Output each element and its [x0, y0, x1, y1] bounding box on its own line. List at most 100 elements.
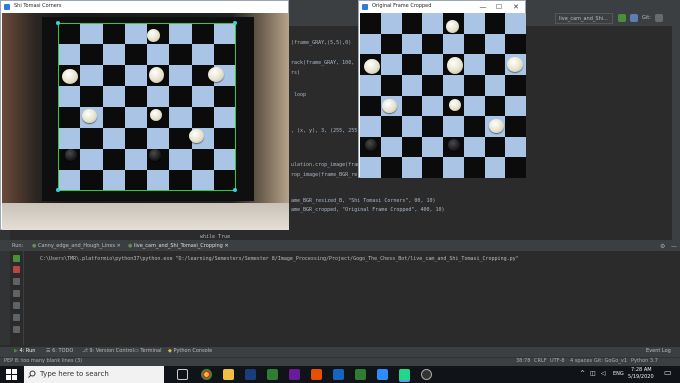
board-square	[191, 149, 214, 170]
board-square	[422, 33, 443, 55]
window-titlebar[interactable]: Shi Tomasi Corners	[1, 1, 288, 13]
board-square	[422, 54, 443, 75]
console-output[interactable]: C:\Users\TMR\.platformio\python37\python…	[40, 256, 519, 262]
indent-setting[interactable]: 4 spaces	[570, 358, 592, 364]
board-square	[505, 74, 526, 96]
board-square	[191, 23, 214, 44]
file-explorer-icon[interactable]	[223, 369, 234, 380]
clock-date[interactable]: 5/19/2020	[628, 374, 654, 380]
app-icon[interactable]	[421, 369, 432, 380]
app-icon[interactable]	[267, 369, 278, 380]
pycharm-icon[interactable]	[399, 369, 410, 382]
app-icon[interactable]	[289, 369, 300, 380]
run-icon[interactable]	[618, 14, 626, 22]
tool-tab-python-console[interactable]: ◆ Python Console	[168, 348, 212, 354]
tool-tab-label: 6: TODO	[52, 348, 74, 354]
task-view-icon[interactable]	[177, 369, 188, 380]
board-square	[422, 74, 443, 96]
window-titlebar[interactable]: Original Frame Cropped — ☐ ✕	[359, 1, 525, 13]
clock-time[interactable]: 7:28 AM	[631, 367, 652, 373]
cursor-position[interactable]: 38:78	[516, 358, 530, 364]
tool-tab-todo[interactable]: ☰ 6: TODO	[46, 348, 73, 354]
board-square	[80, 170, 103, 191]
board-square	[169, 170, 192, 191]
zoom-icon[interactable]	[377, 369, 388, 380]
chess-piece	[489, 119, 504, 133]
settings-icon[interactable]: ⚙	[660, 243, 665, 250]
board-square	[360, 33, 381, 55]
rerun-icon[interactable]	[13, 255, 20, 262]
board-square	[169, 23, 192, 44]
maximize-button[interactable]: ☐	[493, 2, 505, 12]
run-tab-label: Canny_edge_and_Hough_Lines	[37, 243, 116, 249]
debug-icon[interactable]	[630, 14, 638, 22]
board-contour	[58, 23, 59, 191]
board-square	[213, 23, 236, 44]
corner-marker	[56, 188, 60, 192]
pin-tab-icon[interactable]	[13, 326, 20, 333]
excel-icon[interactable]	[355, 369, 366, 380]
scroll-to-end-icon[interactable]	[13, 302, 20, 309]
board-square	[102, 65, 125, 86]
cropped-board-image	[360, 13, 526, 178]
msi-app-icon[interactable]	[245, 369, 256, 380]
board-square	[360, 95, 381, 117]
tool-tab-run[interactable]: ▶ 4: Run	[14, 348, 35, 354]
notification-icon[interactable]: ▭	[664, 368, 672, 377]
soft-wrap-icon[interactable]	[13, 290, 20, 297]
board-square	[191, 170, 214, 191]
run-tab-canny[interactable]: ● Canny_edge_and_Hough_Lines ✕	[32, 243, 121, 249]
tool-tab-version-control[interactable]: ⎇ 9: Version Control	[82, 348, 134, 354]
git-label: Git:	[642, 15, 651, 21]
chrome-icon[interactable]	[201, 369, 212, 380]
board-square	[102, 107, 125, 128]
word-icon[interactable]	[333, 369, 344, 380]
network-icon[interactable]: ◫	[590, 370, 596, 377]
chess-piece-dark	[365, 139, 377, 151]
board-square	[463, 95, 485, 117]
event-log-button[interactable]: Event Log	[646, 348, 671, 354]
pause-icon[interactable]	[13, 278, 20, 285]
board-square	[58, 44, 81, 65]
chess-piece	[82, 109, 97, 123]
board-contour	[58, 190, 236, 191]
corner-marker	[56, 21, 60, 25]
print-icon[interactable]	[13, 314, 20, 321]
run-configuration-select[interactable]: live_cam_and_Shi...	[555, 13, 613, 24]
language-indicator[interactable]: ENG	[613, 371, 624, 377]
minimize-button[interactable]: —	[477, 2, 489, 12]
window-title: Shi Tomasi Corners	[14, 3, 62, 9]
file-encoding[interactable]: UTF-8	[550, 358, 565, 364]
board-square	[443, 116, 464, 137]
board-square	[422, 116, 443, 137]
search-everywhere-icon[interactable]	[655, 14, 663, 22]
python-interpreter[interactable]: Python 3.7	[631, 358, 658, 364]
stop-icon[interactable]	[13, 266, 20, 273]
cropped-frame-window[interactable]: Original Frame Cropped — ☐ ✕	[358, 0, 526, 178]
git-branch[interactable]: Git: GoGo_v1	[594, 358, 627, 364]
search-icon	[28, 370, 36, 378]
chess-piece	[364, 59, 380, 74]
board-square	[380, 157, 402, 178]
volume-icon[interactable]: ◁	[601, 370, 606, 377]
shi-tomasi-window[interactable]: Shi Tomasi Corners	[0, 0, 289, 230]
line-separator[interactable]: CRLF	[534, 358, 547, 364]
run-tab-live-cam[interactable]: ● live_cam_and_Shi_Tomasi_Cropping ✕	[128, 243, 229, 249]
close-button[interactable]: ✕	[510, 2, 522, 12]
matlab-icon[interactable]	[311, 369, 322, 380]
window-app-icon	[4, 4, 10, 10]
tool-tab-terminal[interactable]: ▭ Terminal	[134, 348, 161, 354]
board-square	[191, 44, 214, 65]
board-contour	[235, 23, 236, 191]
board-square	[191, 107, 214, 128]
tool-tab-label: Python Console	[173, 348, 213, 354]
board-square	[380, 54, 402, 75]
hide-panel-icon[interactable]: —	[671, 243, 677, 250]
chess-piece	[62, 69, 78, 84]
windows-start-icon[interactable]	[6, 369, 17, 380]
board-square	[80, 128, 103, 149]
chessboard	[58, 23, 236, 191]
board-square	[484, 95, 506, 117]
status-message[interactable]: PEP 8: too many blank lines (3)	[4, 358, 82, 364]
tray-chevron-icon[interactable]: ^	[580, 370, 585, 377]
